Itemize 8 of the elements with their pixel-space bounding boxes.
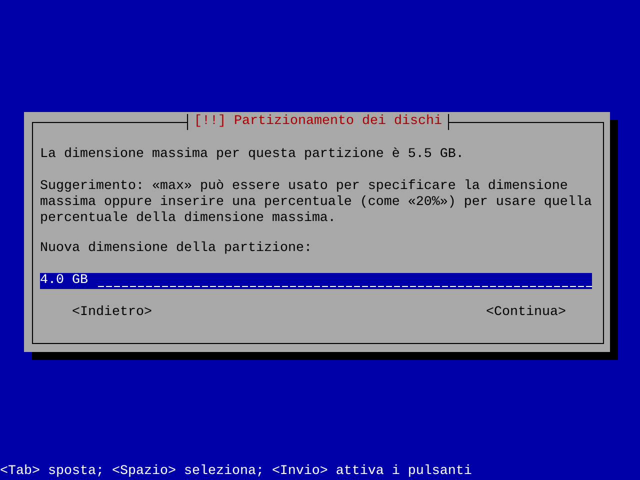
- hint-text: Suggerimento: «max» può essere usato per specificare la dimensione massima oppure inserire una percentuale (come «20%») per usare quella percentuale della dimensione massima.: [40, 179, 593, 227]
- input-field[interactable]: 4.0 GB: [40, 273, 592, 289]
- dialog-button[interactable]: <Continua>: [486, 305, 566, 321]
- prompt-label: Nuova dimensione della partizione:: [40, 241, 313, 257]
- dialog-button[interactable]: <Indietro>: [72, 305, 152, 321]
- message-text: La dimensione massima per questa partizione è 5.5 GB.: [40, 147, 465, 163]
- status-bar-text: <Tab> sposta; <Spazio> seleziona; <Invio> attiva i pulsanti: [0, 464, 473, 480]
- dialog-title: [!!] Partizionamento dei dischi: [187, 114, 449, 130]
